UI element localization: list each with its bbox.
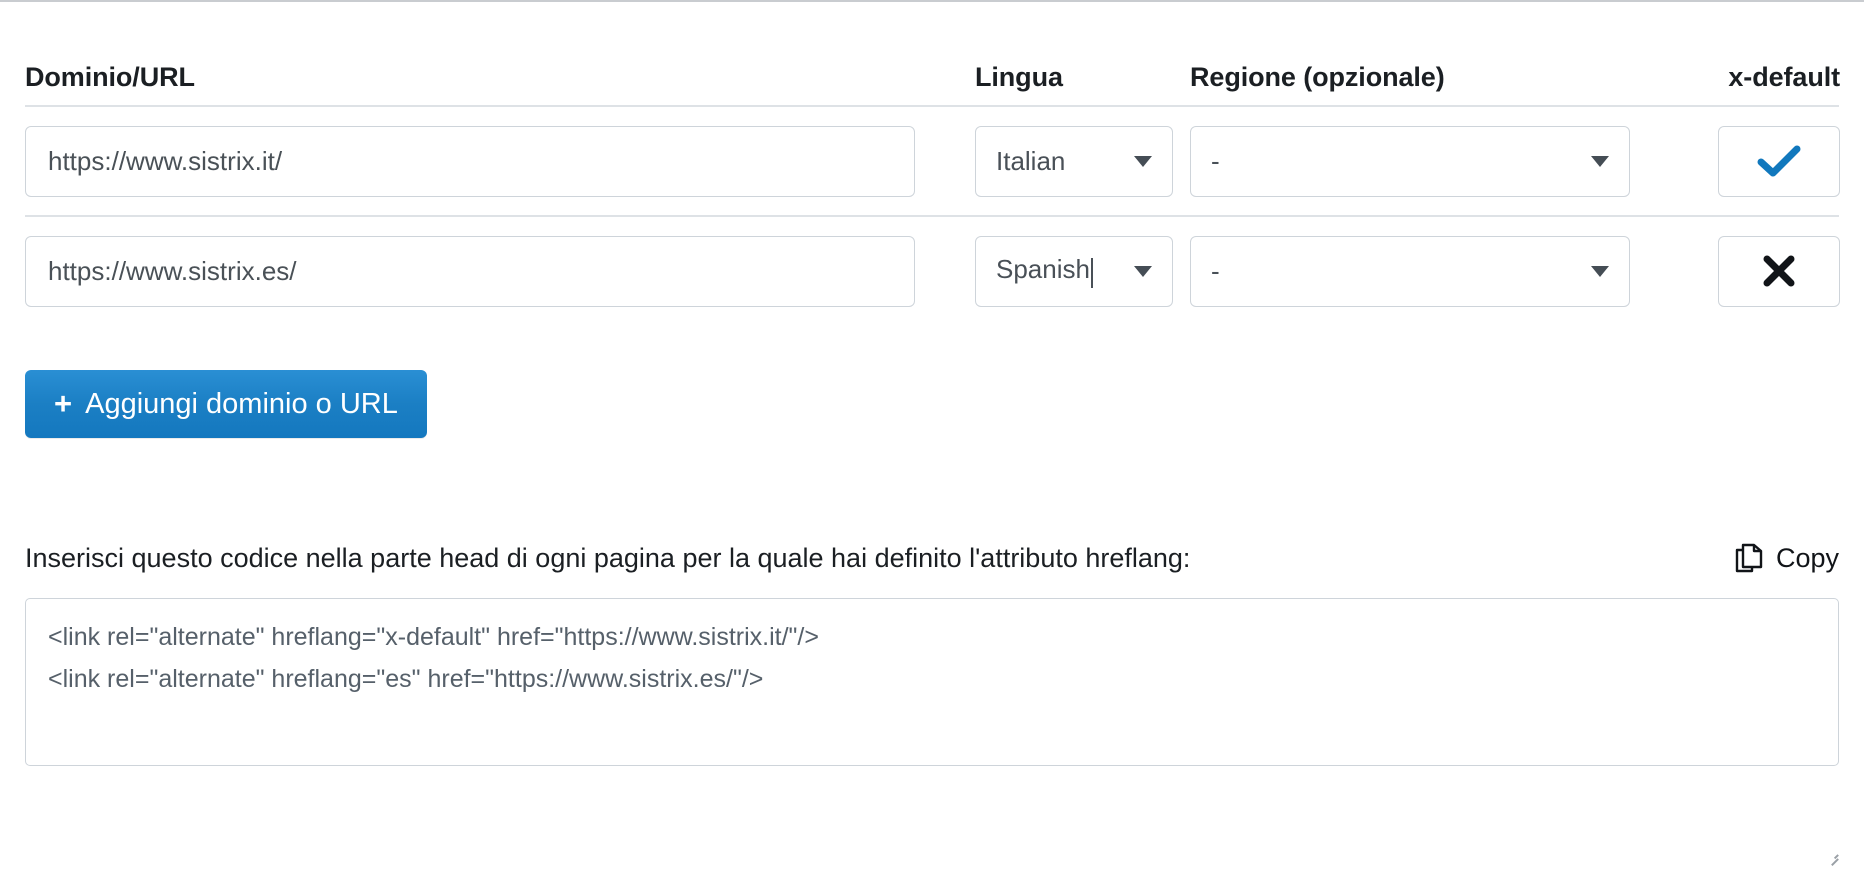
plus-icon: + bbox=[54, 385, 73, 421]
add-domain-button-label: Aggiungi dominio o URL bbox=[85, 387, 398, 420]
hreflang-code-output[interactable] bbox=[25, 598, 1839, 767]
language-select-wrapper: Spanish bbox=[975, 235, 1173, 307]
add-domain-button[interactable]: + Aggiungi dominio o URL bbox=[25, 370, 427, 438]
row-domain-cell bbox=[25, 125, 975, 197]
row-language-cell: Spanish bbox=[975, 235, 1190, 307]
table-row: Spanish - bbox=[25, 215, 1840, 325]
resize-handle-icon[interactable] bbox=[1828, 851, 1839, 866]
column-header-xdefault: x-default bbox=[1650, 64, 1840, 91]
column-header-xdefault-label: x-default bbox=[1728, 62, 1840, 92]
row-xdefault-cell bbox=[1650, 125, 1840, 197]
copy-button-label: Copy bbox=[1775, 542, 1839, 573]
hreflang-generator-panel: Dominio/URL Lingua Regione (opzionale) x… bbox=[0, 0, 1864, 885]
row-xdefault-cell bbox=[1650, 235, 1840, 307]
language-select-value: Italian bbox=[996, 145, 1066, 176]
column-header-language-label: Lingua bbox=[975, 62, 1063, 92]
language-select-value: Spanish bbox=[996, 254, 1124, 288]
region-select-wrapper: - bbox=[1190, 125, 1630, 197]
region-select-value: - bbox=[1211, 255, 1220, 286]
chevron-down-icon bbox=[1591, 265, 1609, 277]
copy-icon bbox=[1735, 543, 1763, 573]
row-language-cell: Italian bbox=[975, 125, 1190, 197]
language-select[interactable]: Spanish bbox=[975, 235, 1173, 307]
check-icon bbox=[1757, 145, 1801, 177]
xdefault-toggle-button[interactable] bbox=[1718, 235, 1840, 307]
close-icon bbox=[1763, 255, 1795, 287]
region-select[interactable]: - bbox=[1190, 125, 1630, 197]
add-row-container: + Aggiungi dominio o URL bbox=[25, 325, 1839, 438]
row-region-cell: - bbox=[1190, 235, 1650, 307]
chevron-down-icon bbox=[1591, 155, 1609, 167]
region-select[interactable]: - bbox=[1190, 235, 1630, 307]
copy-button[interactable]: Copy bbox=[1735, 542, 1839, 574]
snippet-header: Inserisci questo codice nella parte head… bbox=[25, 438, 1839, 574]
table-header-row: Dominio/URL Lingua Regione (opzionale) x… bbox=[25, 2, 1840, 105]
chevron-down-icon bbox=[1134, 265, 1152, 277]
column-header-region: Regione (opzionale) bbox=[1190, 64, 1650, 91]
row-domain-cell bbox=[25, 235, 975, 307]
language-select[interactable]: Italian bbox=[975, 125, 1173, 197]
column-header-domain-label: Dominio/URL bbox=[25, 62, 195, 92]
region-select-wrapper: - bbox=[1190, 235, 1630, 307]
xdefault-toggle-button[interactable] bbox=[1718, 125, 1840, 197]
column-header-region-label: Regione (opzionale) bbox=[1190, 62, 1445, 92]
chevron-down-icon bbox=[1134, 155, 1152, 167]
table-row: Italian - bbox=[25, 105, 1840, 215]
row-region-cell: - bbox=[1190, 125, 1650, 197]
text-cursor bbox=[1090, 257, 1093, 288]
column-header-domain: Dominio/URL bbox=[25, 64, 975, 91]
column-header-language: Lingua bbox=[975, 64, 1190, 91]
domain-url-input[interactable] bbox=[25, 125, 915, 197]
language-select-wrapper: Italian bbox=[975, 125, 1173, 197]
region-select-value: - bbox=[1211, 145, 1220, 176]
snippet-instruction-text: Inserisci questo codice nella parte head… bbox=[25, 543, 1191, 573]
domain-url-input[interactable] bbox=[25, 235, 915, 307]
